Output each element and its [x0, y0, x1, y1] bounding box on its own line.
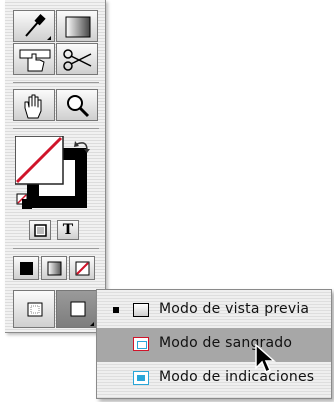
button-tool-button[interactable] [13, 43, 55, 75]
tools-panel: T [5, 0, 106, 333]
none-swatch-icon [75, 261, 90, 276]
mouse-pointer-icon [255, 344, 276, 374]
fill-stroke-widget[interactable] [14, 135, 97, 214]
normal-view-mode-button[interactable] [13, 290, 55, 328]
apply-color-button[interactable] [13, 256, 39, 280]
slug-mode-icon [133, 371, 149, 385]
zoom-icon [67, 95, 90, 118]
apply-gradient-button[interactable] [41, 256, 67, 280]
apply-none-button[interactable] [69, 256, 95, 280]
scissors-icon [63, 49, 92, 71]
preview-mode-button[interactable] [56, 290, 98, 328]
formatting-text-button[interactable]: T [57, 220, 79, 240]
menu-item-bleed-mode[interactable]: Modo de sangrado [97, 328, 331, 362]
hand-icon [24, 94, 42, 119]
gradient-tool-button[interactable] [56, 10, 98, 42]
zoom-tool-button[interactable] [56, 89, 98, 121]
hand-tool-button[interactable] [13, 89, 55, 121]
preview-view-icon [70, 301, 94, 326]
normal-view-icon [27, 302, 43, 317]
checkmark-bullet-icon [113, 307, 119, 313]
screen-mode-flyout-menu: Modo de vista previa Modo de sangrado Mo… [96, 289, 332, 399]
eyedropper-icon [25, 14, 51, 40]
menu-item-label: Modo de vista previa [159, 301, 310, 317]
bleed-mode-icon [133, 337, 149, 351]
formatting-container-button[interactable] [29, 220, 51, 240]
container-icon [34, 224, 47, 237]
menu-item-slug-mode[interactable]: Modo de indicaciones [97, 362, 331, 396]
preview-mode-icon [133, 303, 149, 317]
scissors-tool-button[interactable] [56, 43, 98, 75]
hand-icon [19, 49, 51, 72]
menu-item-preview-mode[interactable]: Modo de vista previa [97, 294, 331, 328]
gradient-swatch-icon [47, 261, 62, 276]
menu-item-label: Modo de indicaciones [159, 369, 315, 385]
color-icon [20, 262, 33, 275]
text-icon: T [62, 222, 74, 238]
eyedropper-tool-button[interactable] [13, 10, 55, 42]
gradient-icon [65, 16, 91, 38]
